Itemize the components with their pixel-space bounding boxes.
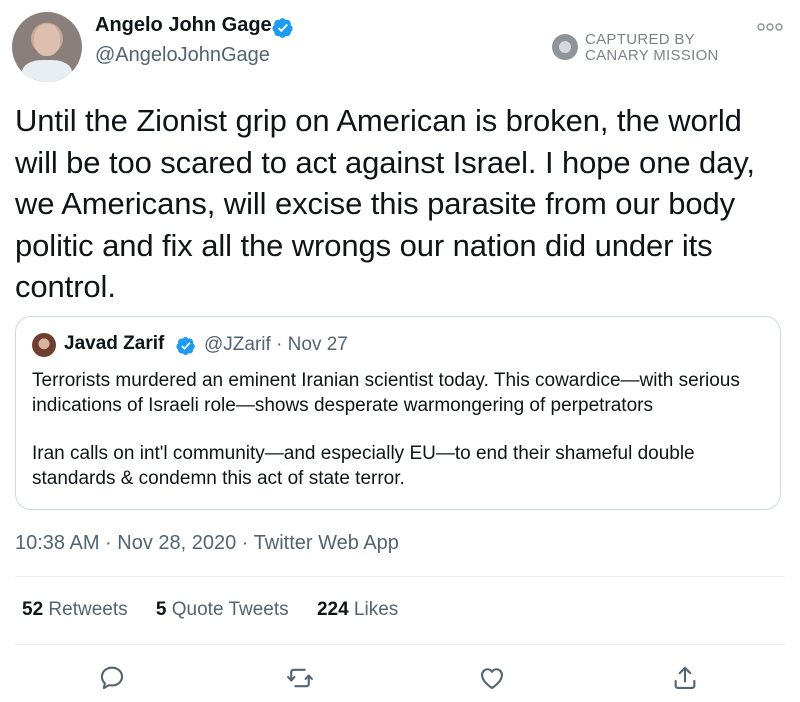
divider: [15, 644, 785, 645]
author-avatar[interactable]: [12, 12, 82, 82]
tweet-card: Angelo John Gage @AngeloJohnGage CAPTURE…: [0, 0, 800, 702]
quote-tweets-count: 5: [155, 599, 167, 620]
quote-tweets-stat[interactable]: 5 Quote Tweets: [156, 599, 289, 621]
retweets-label: Retweets: [48, 599, 128, 620]
quoted-paragraph-1: Terrorists murdered an eminent Iranian s…: [32, 370, 740, 416]
likes-stat[interactable]: 224 Likes: [317, 599, 398, 621]
watermark-line-2: CANARY MISSION: [585, 47, 719, 64]
likes-count: 224: [316, 599, 349, 620]
quoted-author-name[interactable]: Javad Zarif: [64, 333, 164, 355]
retweet-icon[interactable]: [286, 664, 314, 692]
reply-icon[interactable]: [98, 664, 126, 692]
divider: [15, 576, 785, 577]
quoted-tweet-text: Terrorists murdered an eminent Iranian s…: [32, 369, 777, 491]
capture-watermark: CAPTURED BY CANARY MISSION: [552, 30, 732, 66]
quoted-paragraph-2: Iran calls on int'l community—and especi…: [32, 443, 695, 489]
watermark-line-1: CAPTURED BY: [585, 31, 695, 48]
quoted-verified-badge-icon: [176, 337, 195, 355]
author-handle[interactable]: @AngeloJohnGage: [95, 44, 270, 67]
quoted-author-avatar[interactable]: [32, 333, 56, 357]
quoted-handle-date[interactable]: @JZarif · Nov 27: [204, 334, 348, 356]
verified-badge-icon: [272, 18, 293, 38]
likes-label: Likes: [353, 599, 399, 620]
retweets-count: 52: [22, 599, 44, 620]
like-icon[interactable]: [478, 664, 506, 692]
share-icon[interactable]: [671, 664, 699, 692]
quoted-tweet[interactable]: Javad Zarif @JZarif · Nov 27 Terrorists …: [15, 316, 781, 510]
retweets-stat[interactable]: 52 Retweets: [22, 599, 128, 621]
watermark-logo-icon: [552, 34, 578, 60]
more-options-icon[interactable]: [757, 22, 783, 32]
author-display-name[interactable]: Angelo John Gage: [95, 14, 272, 37]
quote-tweets-label: Quote Tweets: [171, 599, 289, 620]
tweet-text: Until the Zionist grip on American is br…: [15, 103, 755, 304]
engagement-stats: 52 Retweets 5 Quote Tweets 224 Likes: [22, 599, 421, 621]
tweet-timestamp[interactable]: 10:38 AM · Nov 28, 2020 · Twitter Web Ap…: [15, 532, 399, 555]
